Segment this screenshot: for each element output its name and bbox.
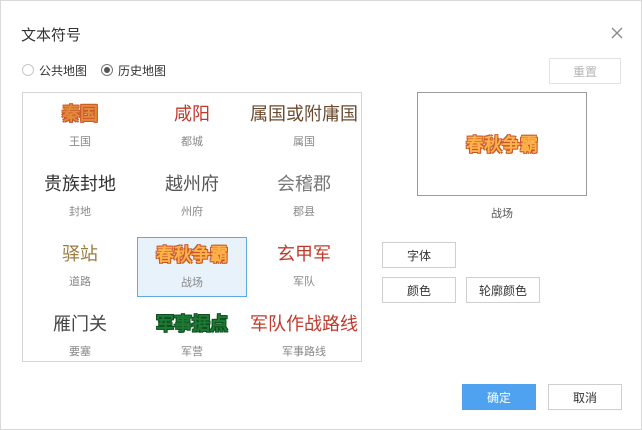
radio-indicator	[101, 64, 114, 76]
symbol-sample-text: 越州府	[165, 174, 219, 195]
symbol-cell[interactable]: 玄甲军 军队	[249, 237, 359, 297]
dialog-title: 文本符号	[21, 26, 82, 44]
radio-public-map[interactable]: 公共地图	[22, 62, 87, 79]
symbol-sample-text: 雁门关	[53, 314, 107, 335]
symbol-grid: 秦国 王国 咸阳 都城 属国或附庸国 属国 贵族封地 封地 越州府 州府 会稽郡 郡县 驿站 道路 春秋争霸…	[22, 92, 362, 362]
symbol-cell[interactable]: 属国或附庸国 属国	[249, 97, 359, 157]
symbol-category-label: 王国	[69, 135, 91, 148]
preview-caption: 战场	[491, 207, 513, 220]
symbol-cell[interactable]: 咸阳 都城	[137, 97, 247, 157]
symbol-category-label: 州府	[181, 205, 203, 218]
symbol-cell[interactable]: 春秋争霸 战场	[137, 237, 247, 297]
font-button[interactable]: 字体	[382, 242, 456, 268]
text-symbol-dialog: 文本符号 公共地图 历史地图 重置 秦国 王国 咸阳 都城 属国或附庸国 属国 贵族封地 封地…	[0, 0, 642, 430]
symbol-preview: 春秋争霸	[417, 92, 587, 196]
symbol-sample-text: 军事据点	[156, 314, 228, 335]
radio-label: 公共地图	[39, 63, 88, 78]
symbol-cell[interactable]: 军队作战路线军事路线	[249, 307, 359, 367]
color-button[interactable]: 颜色	[382, 277, 456, 303]
symbol-category-label: 都城	[181, 135, 203, 148]
symbol-category-label: 战场	[181, 276, 203, 289]
reset-button[interactable]: 重置	[549, 58, 621, 84]
cancel-button[interactable]: 取消	[548, 384, 622, 410]
map-type-radio-group: 公共地图 历史地图	[22, 62, 180, 78]
symbol-cell[interactable]: 雁门关 要塞	[25, 307, 135, 367]
symbol-sample-text: 贵族封地	[44, 174, 116, 195]
symbol-category-label: 要塞	[69, 345, 91, 358]
symbol-category-label: 军营	[181, 345, 203, 358]
symbol-category-label: 军队	[293, 275, 315, 288]
symbol-category-label: 属国	[293, 135, 315, 148]
symbol-category-label: 军事路线	[282, 345, 326, 358]
radio-indicator	[22, 64, 34, 76]
close-icon-glyph	[611, 27, 623, 39]
radio-label: 历史地图	[118, 63, 167, 78]
symbol-sample-text: 秦国	[62, 104, 98, 125]
preview-text: 春秋争霸	[466, 135, 538, 156]
symbol-category-label: 道路	[69, 275, 91, 288]
radio-historical-map[interactable]: 历史地图	[101, 62, 166, 79]
ok-button[interactable]: 确定	[462, 384, 536, 410]
symbol-sample-text: 军队作战路线	[250, 314, 358, 335]
symbol-category-label: 郡县	[293, 205, 315, 218]
symbol-sample-text: 玄甲军	[277, 244, 331, 265]
symbol-cell[interactable]: 会稽郡 郡县	[249, 167, 359, 227]
close-icon[interactable]	[607, 23, 627, 43]
symbol-cell[interactable]: 军事据点 军营	[137, 307, 247, 367]
symbol-cell[interactable]: 越州府 州府	[137, 167, 247, 227]
symbol-category-label: 封地	[69, 205, 91, 218]
symbol-sample-text: 咸阳	[174, 104, 210, 125]
outline-color-button[interactable]: 轮廓颜色	[466, 277, 540, 303]
symbol-cell[interactable]: 秦国 王国	[25, 97, 135, 157]
symbol-cell[interactable]: 驿站 道路	[25, 237, 135, 297]
symbol-sample-text: 会稽郡	[277, 174, 331, 195]
symbol-sample-text: 驿站	[62, 244, 98, 265]
symbol-sample-text: 属国或附庸国	[250, 104, 358, 125]
symbol-sample-text: 春秋争霸	[156, 245, 228, 266]
symbol-cell[interactable]: 贵族封地 封地	[25, 167, 135, 227]
